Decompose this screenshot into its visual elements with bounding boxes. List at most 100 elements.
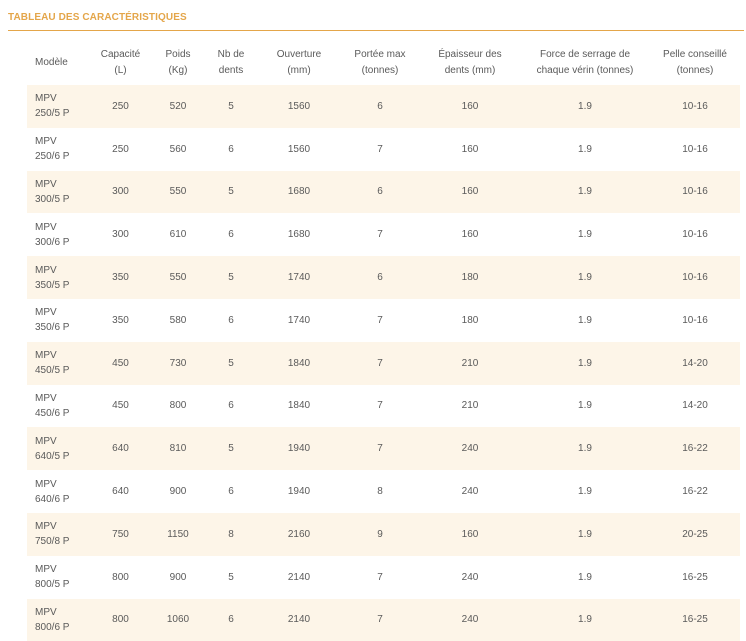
model-name-line: 300/5 P bbox=[35, 193, 70, 205]
cell-clamping-force: 1.9 bbox=[520, 512, 650, 556]
cell-max-reach: 8 bbox=[377, 486, 383, 498]
model-name-line: MPV bbox=[35, 564, 57, 576]
table-row: MPV 640/5 P 640 810 5 1940 7 240 1.9 16-22 bbox=[27, 427, 740, 471]
cell-teeth-thickness: 240 bbox=[461, 571, 479, 583]
cell-clamping-force: 1.9 bbox=[578, 314, 592, 326]
cell-opening: 1740 bbox=[287, 314, 311, 326]
header-clamping-force: Force de serrage de chaque vérin (tonnes) bbox=[520, 41, 650, 85]
cell-max-reach: 7 bbox=[377, 314, 383, 326]
model-name-line: MPV bbox=[35, 264, 57, 276]
cell-teeth-thickness: 180 bbox=[461, 314, 479, 326]
model-name-line: 800/5 P bbox=[35, 579, 70, 591]
cell-clamping-force: 1.9 bbox=[520, 85, 650, 128]
cell-capacity: 640 bbox=[89, 427, 152, 471]
header-label-line: (mm) bbox=[287, 65, 311, 76]
cell-capacity: 350 bbox=[89, 256, 152, 299]
cell-capacity: 250 bbox=[89, 85, 152, 128]
header-label-line: (L) bbox=[114, 65, 127, 76]
cell-teeth-count: 6 bbox=[228, 314, 234, 326]
header-label-line: Épaisseur des bbox=[438, 49, 502, 60]
header-recommended-excavator: Pelle conseillé (tonnes) bbox=[650, 41, 740, 85]
title-divider bbox=[8, 30, 744, 31]
cell-teeth-count: 5 bbox=[204, 427, 258, 471]
cell-model: MPV 640/5 P bbox=[27, 427, 89, 471]
cell-capacity: 800 bbox=[112, 571, 129, 583]
cell-teeth-count: 5 bbox=[204, 170, 258, 214]
cell-model: MPV 800/5 P bbox=[27, 556, 89, 599]
model-name-line: MPV bbox=[35, 521, 57, 533]
cell-teeth-count: 6 bbox=[228, 400, 234, 412]
cell-max-reach: 7 bbox=[377, 229, 383, 241]
cell-teeth-count: 5 bbox=[204, 341, 258, 385]
cell-capacity: 750 bbox=[89, 512, 152, 556]
model-name-line: 450/5 P bbox=[35, 365, 70, 377]
cell-max-reach: 6 bbox=[340, 85, 420, 128]
cell-opening: 2140 bbox=[258, 598, 340, 641]
cell-max-reach: 7 bbox=[377, 143, 383, 155]
cell-model: MPV 750/8 P bbox=[27, 512, 89, 556]
table-row: MPV 640/6 P 640 900 6 1940 8 240 1.9 16-22 bbox=[27, 470, 740, 513]
cell-max-reach: 9 bbox=[340, 512, 420, 556]
cell-teeth-thickness: 160 bbox=[461, 143, 479, 155]
header-max-reach: Portée max (tonnes) bbox=[340, 41, 420, 85]
cell-opening: 2140 bbox=[287, 571, 311, 583]
model-name-line: MPV bbox=[35, 435, 57, 447]
model-name-line: MPV bbox=[35, 178, 57, 190]
header-opening: Ouverture (mm) bbox=[258, 41, 340, 85]
cell-capacity: 350 bbox=[112, 314, 129, 326]
cell-max-reach: 7 bbox=[340, 341, 420, 385]
cell-max-reach: 7 bbox=[340, 427, 420, 471]
cell-capacity: 450 bbox=[112, 400, 129, 412]
header-label-line: Capacité bbox=[100, 49, 141, 60]
cell-weight: 900 bbox=[169, 486, 187, 498]
header-label-line: Nb de bbox=[217, 49, 245, 60]
cell-model: MPV 250/5 P bbox=[27, 85, 89, 128]
header-label-line: Force de serrage de bbox=[539, 49, 631, 60]
cell-recommended-excavator: 10-16 bbox=[650, 170, 740, 214]
cell-weight: 550 bbox=[152, 256, 204, 299]
header-label-line: dents bbox=[218, 65, 244, 76]
header-label-line: dents (mm) bbox=[444, 65, 496, 76]
header-teeth-count: Nb de dents bbox=[204, 41, 258, 85]
cell-recommended-excavator: 10-16 bbox=[682, 229, 708, 241]
table-row: MPV 300/6 P 300 610 6 1680 7 160 1.9 10-16 bbox=[27, 213, 740, 256]
cell-max-reach: 7 bbox=[377, 400, 383, 412]
model-name-line: MPV bbox=[35, 478, 57, 490]
cell-model: MPV 300/5 P bbox=[27, 170, 89, 214]
cell-recommended-excavator: 10-16 bbox=[650, 256, 740, 299]
cell-recommended-excavator: 10-16 bbox=[682, 143, 708, 155]
header-label-line: Modèle bbox=[35, 57, 68, 68]
model-name-line: MPV bbox=[35, 307, 57, 319]
model-name-line: 300/6 P bbox=[35, 236, 70, 248]
cell-recommended-excavator: 16-22 bbox=[682, 486, 708, 498]
header-label-line: Pelle conseillé bbox=[663, 49, 727, 60]
cell-weight: 800 bbox=[169, 400, 187, 412]
table-row: MPV 250/5 P 250 520 5 1560 6 160 1.9 10-16 bbox=[27, 85, 740, 128]
model-name-line: 640/6 P bbox=[35, 493, 70, 505]
cell-teeth-thickness: 240 bbox=[461, 486, 479, 498]
cell-weight: 550 bbox=[152, 170, 204, 214]
section-title: TABLEAU DES CARACTÉRISTIQUES bbox=[8, 12, 187, 23]
table-body: MPV 250/5 P 250 520 5 1560 6 160 1.9 10-16 MPV 250/… bbox=[27, 85, 740, 641]
cell-model: MPV 800/6 P bbox=[27, 598, 89, 641]
model-name-line: MPV bbox=[35, 350, 57, 362]
header-weight: Poids (Kg) bbox=[152, 41, 204, 85]
model-name-line: MPV bbox=[35, 606, 57, 618]
table-row: MPV 300/5 P 300 550 5 1680 6 160 1.9 10-16 bbox=[27, 170, 740, 214]
header-capacity: Capacité (L) bbox=[89, 41, 152, 85]
cell-recommended-excavator: 16-25 bbox=[682, 571, 708, 583]
header-label-line: (tonnes) bbox=[361, 65, 399, 76]
cell-model: MPV 350/5 P bbox=[27, 256, 89, 299]
cell-weight: 520 bbox=[152, 85, 204, 128]
header-teeth-thickness: Épaisseur des dents (mm) bbox=[420, 41, 520, 85]
cell-model: MPV 300/6 P bbox=[27, 213, 89, 256]
cell-opening: 1840 bbox=[287, 400, 311, 412]
cell-teeth-count: 6 bbox=[204, 598, 258, 641]
table-row: MPV 750/8 P 750 1150 8 2160 9 160 1.9 20-25 bbox=[27, 512, 740, 556]
cell-clamping-force: 1.9 bbox=[578, 229, 592, 241]
header-model: Modèle bbox=[27, 41, 89, 85]
table-row: MPV 350/6 P 350 580 6 1740 7 180 1.9 10-16 bbox=[27, 299, 740, 342]
cell-teeth-thickness: 160 bbox=[420, 85, 520, 128]
cell-opening: 1740 bbox=[258, 256, 340, 299]
header-label-line: Ouverture bbox=[276, 49, 322, 60]
